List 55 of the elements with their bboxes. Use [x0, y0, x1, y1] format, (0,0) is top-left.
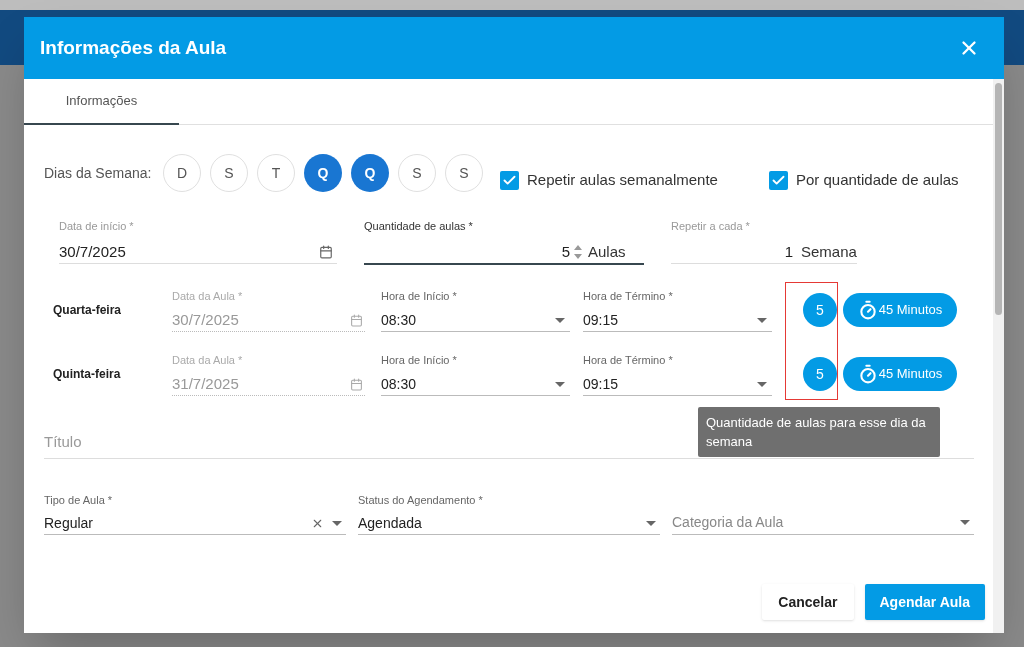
select-field[interactable]: Agendada [358, 513, 646, 534]
number-field[interactable]: 1 [671, 240, 795, 263]
checkbox[interactable] [500, 170, 519, 190]
field-label: Hora de Término * [583, 352, 674, 368]
field-label: Status do Agendamento * [358, 492, 484, 508]
select-field[interactable]: Categoria da Aula [672, 512, 960, 533]
field-label: Repetir a cada * [671, 219, 751, 234]
field-label: Hora de Término * [583, 288, 674, 304]
number-field[interactable]: 5 [364, 240, 572, 263]
date-field: 31/7/2025 [172, 373, 350, 396]
select-field[interactable]: Regular [44, 513, 311, 534]
time-select[interactable]: 08:30 [381, 373, 555, 395]
calendar-icon [350, 377, 363, 391]
time-select[interactable]: 09:15 [583, 309, 757, 331]
stopwatch-icon [857, 364, 878, 384]
dropdown-caret-icon[interactable] [555, 381, 565, 387]
dropdown-caret-icon[interactable] [332, 521, 342, 526]
field-label: Tipo de Aula * [44, 492, 114, 508]
time-select[interactable]: 09:15 [583, 373, 757, 395]
checkbox-label: Por quantidade de aulas [795, 169, 959, 190]
field-label: Quantidade de aulas * [364, 219, 474, 234]
field-label: Data de início * [59, 219, 135, 234]
dropdown-caret-icon[interactable] [960, 520, 970, 525]
field-label: Data da Aula * [172, 288, 244, 304]
weekday-toggle[interactable]: Q [304, 154, 342, 192]
stopwatch-icon [857, 300, 878, 320]
weekday-name: Quinta-feira [53, 366, 122, 383]
time-select[interactable]: 08:30 [381, 309, 555, 331]
weekdays-label: Dias da Semana: [44, 163, 153, 183]
date-field: 30/7/2025 [172, 309, 350, 332]
clear-icon[interactable] [311, 517, 324, 530]
tab[interactable]: Informações [24, 79, 179, 125]
field-suffix: Aulas [588, 241, 627, 262]
checkbox[interactable] [768, 170, 788, 190]
weekday-name: Quarta-feira [53, 302, 123, 319]
tooltip: Quantidade de aulas para esse dia da semana [698, 407, 940, 457]
dropdown-caret-icon[interactable] [555, 317, 565, 323]
date-field[interactable]: 30/7/2025 [59, 240, 319, 263]
field-label: Data da Aula * [172, 352, 244, 368]
field-suffix: Semana [801, 241, 857, 262]
dropdown-caret-icon[interactable] [757, 381, 767, 387]
lesson-count-badge: 5 [803, 293, 837, 327]
lesson-count-badge: 5 [803, 357, 837, 391]
spinner-arrows-icon[interactable] [574, 243, 582, 260]
dropdown-caret-icon[interactable] [646, 521, 656, 526]
cancel-button[interactable]: Cancelar [762, 584, 854, 620]
dropdown-caret-icon[interactable] [757, 317, 767, 323]
calendar-icon [350, 313, 363, 327]
weekday-toggle[interactable]: Q [351, 154, 389, 192]
field-label: Hora de Início * [381, 352, 458, 368]
dialog-title: Informações da Aula [40, 35, 227, 60]
scrollbar-thumb[interactable] [995, 83, 1002, 315]
field-label: Hora de Início * [381, 288, 458, 304]
checkbox-label: Repetir aulas semanalmente [527, 169, 718, 190]
calendar-icon[interactable] [319, 244, 333, 259]
